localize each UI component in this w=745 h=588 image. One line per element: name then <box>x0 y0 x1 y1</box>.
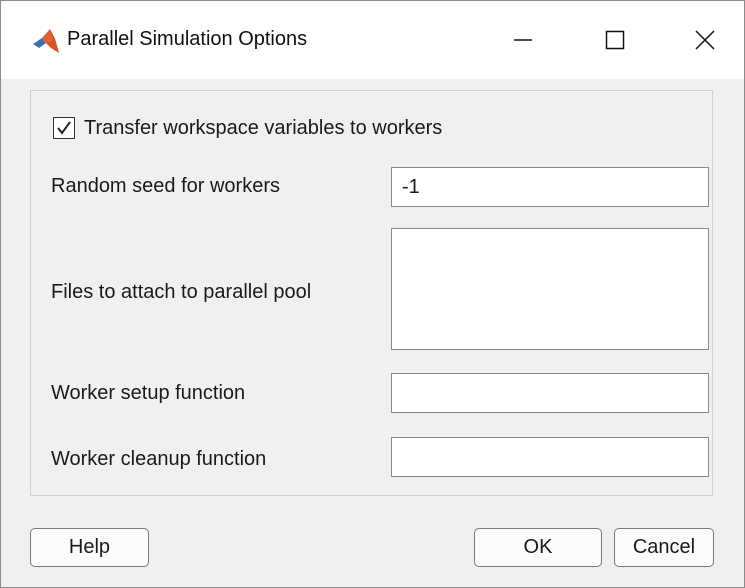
maximize-button[interactable] <box>569 1 661 79</box>
parallel-simulation-options-dialog: Parallel Simulation Options Transfer wor… <box>0 0 745 588</box>
files-to-attach-textarea[interactable] <box>391 228 709 350</box>
matlab-icon <box>33 29 59 53</box>
help-button[interactable]: Help <box>30 528 149 567</box>
worker-cleanup-input[interactable] <box>391 437 709 477</box>
title-bar[interactable]: Parallel Simulation Options <box>1 1 744 79</box>
transfer-variables-checkbox[interactable] <box>53 117 75 139</box>
worker-setup-input[interactable] <box>391 373 709 413</box>
cancel-button[interactable]: Cancel <box>614 528 714 567</box>
worker-cleanup-label: Worker cleanup function <box>51 448 267 470</box>
maximize-icon <box>605 30 625 50</box>
files-to-attach-label: Files to attach to parallel pool <box>51 281 312 303</box>
transfer-variables-label[interactable]: Transfer workspace variables to workers <box>84 117 442 140</box>
minimize-icon <box>514 39 532 41</box>
ok-button[interactable]: OK <box>474 528 602 567</box>
window-title: Parallel Simulation Options <box>67 28 308 50</box>
close-icon <box>695 30 715 50</box>
random-seed-label: Random seed for workers <box>51 175 280 197</box>
checkmark-icon <box>57 121 71 135</box>
worker-setup-label: Worker setup function <box>51 382 246 404</box>
random-seed-input[interactable]: -1 <box>391 167 709 207</box>
minimize-button[interactable] <box>477 1 569 79</box>
close-button[interactable] <box>659 1 745 79</box>
